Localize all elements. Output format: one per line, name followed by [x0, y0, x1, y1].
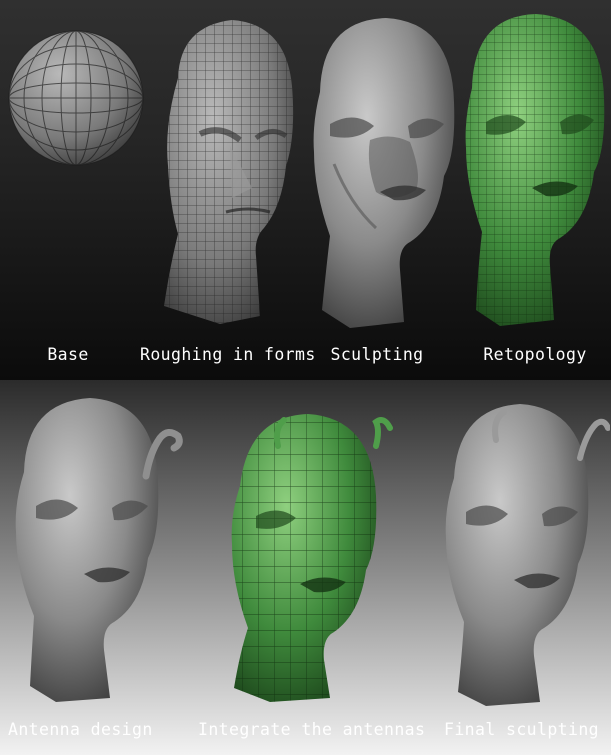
- alien-head-with-antenna-icon: [15, 398, 183, 702]
- label-final-sculpting: Final sculpting: [444, 720, 600, 739]
- stage-base: [6, 28, 146, 168]
- green-mesh-head-with-antennas-icon: [231, 414, 393, 702]
- label-roughing: Roughing in forms: [140, 345, 316, 364]
- stage-final-sculpting: [440, 398, 610, 708]
- bottom-row-panel: Antenna design Integrate the antennas Fi…: [0, 380, 611, 755]
- label-integrate-antennas: Integrate the antennas: [198, 720, 426, 739]
- rough-head-mesh-icon: [164, 20, 294, 324]
- stage-sculpting: [310, 14, 458, 330]
- top-row-panel: Base Roughing in forms Sculpting Retopol…: [0, 0, 611, 380]
- stage-roughing: [160, 16, 300, 326]
- label-sculpting: Sculpting: [330, 345, 424, 364]
- green-retopology-head-icon: [465, 14, 605, 326]
- stage-retopology: [462, 10, 608, 328]
- stage-antenna-design: [10, 392, 186, 704]
- final-alien-head-icon: [445, 404, 610, 706]
- label-base: Base: [47, 345, 89, 364]
- label-retopology: Retopology: [483, 345, 587, 364]
- sphere-mesh-icon: [8, 30, 144, 166]
- label-antenna-design: Antenna design: [8, 720, 153, 739]
- sculpted-alien-head-icon: [313, 18, 455, 328]
- stage-integrate-antennas: [226, 406, 394, 704]
